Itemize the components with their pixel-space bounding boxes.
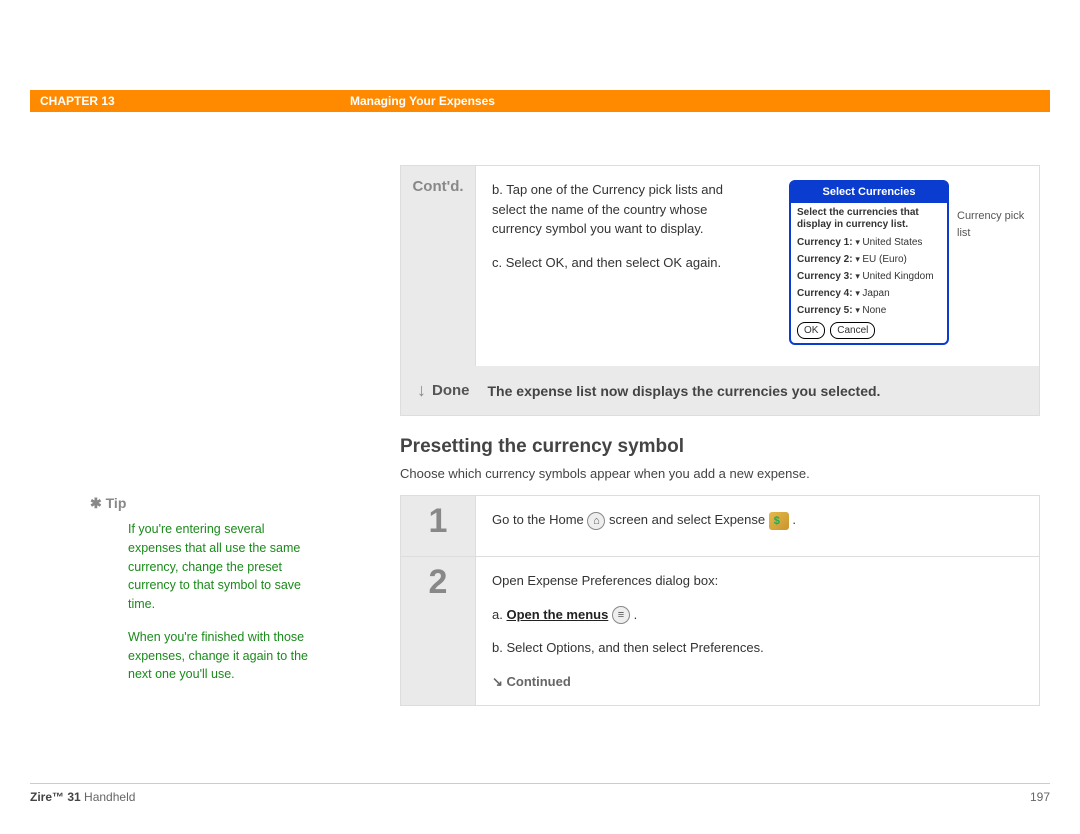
step1-text-post: . (792, 512, 796, 527)
page-footer: Zire™ 31 Handheld 197 (30, 783, 1050, 804)
tip-label: Tip (90, 495, 320, 512)
steps-panel: 1 Go to the Home ⌂ screen and select Exp… (400, 495, 1040, 706)
palm-currency-row: Currency 2: EU (Euro) (797, 252, 941, 267)
step-2-body: Open Expense Preferences dialog box: a. … (476, 557, 1039, 705)
section-subtext: Choose which currency symbols appear whe… (400, 466, 1040, 481)
contd-panel: Cont'd. Select Currencies Select the cur… (400, 165, 1040, 416)
done-arrow-icon: ↓ (417, 380, 426, 401)
step2-a: a. Open the menus ≡ . (492, 605, 1023, 625)
contd-label: Cont'd. (412, 178, 463, 195)
step1-text-pre: Go to the Home (492, 512, 587, 527)
palm-currency-row: Currency 1: United States (797, 235, 941, 250)
tip-body: If you're entering several expenses that… (128, 520, 320, 684)
tip-paragraph: If you're entering several expenses that… (128, 520, 320, 614)
section-heading: Presetting the currency symbol (400, 436, 1040, 458)
contd-step-c: c. Select OK, and then select OK again. (492, 253, 732, 273)
tip-sidebar: Tip If you're entering several expenses … (90, 495, 320, 698)
done-row: ↓ Done The expense list now displays the… (401, 366, 1039, 415)
chapter-header: CHAPTER 13 Managing Your Expenses (30, 90, 1050, 112)
chapter-label: CHAPTER 13 (40, 94, 350, 108)
done-label: Done (432, 382, 470, 399)
contd-left: Cont'd. (401, 166, 476, 366)
step2-b: b. Select Options, and then select Prefe… (492, 638, 1023, 658)
open-menus-link[interactable]: Open the menus (506, 607, 608, 622)
palm-title: Select Currencies (791, 182, 947, 203)
contd-body: Select Currencies Select the currencies … (476, 166, 1039, 366)
step-number-2: 2 (401, 557, 476, 705)
step-number-1: 1 (401, 496, 476, 556)
palm-screenshot: Select Currencies Select the currencies … (783, 180, 953, 350)
menu-icon: ≡ (612, 606, 630, 624)
step2-intro: Open Expense Preferences dialog box: (492, 571, 1023, 591)
palm-ok-button[interactable]: OK (797, 322, 825, 339)
palm-currency-row: Currency 4: Japan (797, 286, 941, 301)
done-text: The expense list now displays the curren… (488, 383, 881, 399)
palm-currency-row: Currency 3: United Kingdom (797, 269, 941, 284)
palm-currency-row: Currency 5: None (797, 303, 941, 318)
product-name: Zire™ 31 Handheld (30, 790, 135, 804)
step1-text-mid: screen and select Expense (609, 512, 769, 527)
main-content: Cont'd. Select Currencies Select the cur… (400, 165, 1040, 726)
chapter-title: Managing Your Expenses (350, 94, 495, 108)
step-1-body: Go to the Home ⌂ screen and select Expen… (476, 496, 1039, 556)
palm-dialog: Select Currencies Select the currencies … (789, 180, 949, 345)
palm-callout: Currency pick list (957, 208, 1025, 241)
page-number: 197 (1030, 790, 1050, 804)
palm-cancel-button[interactable]: Cancel (830, 322, 875, 339)
tip-paragraph: When you're finished with those expenses… (128, 628, 320, 684)
expense-icon (769, 512, 789, 530)
continued-label: Continued (492, 672, 1023, 692)
palm-instruction: Select the currencies that display in cu… (797, 207, 941, 231)
home-icon: ⌂ (587, 512, 605, 530)
contd-step-b: b. Tap one of the Currency pick lists an… (492, 180, 732, 239)
